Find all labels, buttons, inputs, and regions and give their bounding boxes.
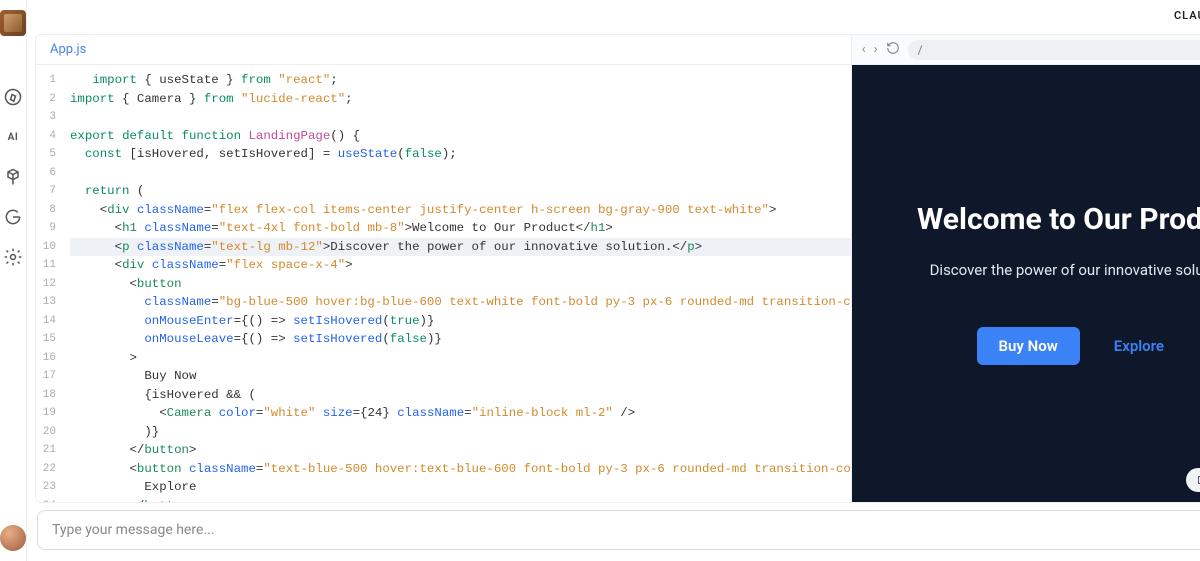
editor-pane: App.js 123456789101112131415161718192021… [35, 34, 852, 503]
code-content[interactable]: import { useState } from "react"; import… [64, 65, 851, 502]
line-gutter: 123456789101112131415161718192021222324 [36, 65, 64, 502]
preview-toolbar: ‹ › / [852, 35, 1200, 65]
preview-pane: ‹ › / Welcome to Our Product Discover th… [852, 34, 1200, 503]
explore-button[interactable]: Explore [1092, 327, 1186, 365]
message-placeholder: Type your message here... [52, 522, 214, 538]
open-sandbox-button[interactable]: Open Sandbox [1186, 468, 1200, 492]
reload-icon[interactable] [886, 41, 900, 59]
top-bar: CLAUDE 3 5 SONNET [27, 0, 1200, 30]
model-label: CLAUDE 3 5 SONNET [1174, 9, 1200, 22]
ai-icon[interactable]: AI [2, 126, 24, 148]
preview-subheading: Discover the power of our innovative sol… [930, 261, 1200, 279]
preview-heading: Welcome to Our Product [917, 202, 1200, 237]
gear-icon[interactable] [2, 246, 24, 268]
external-link-icon [1196, 474, 1200, 486]
buy-now-button[interactable]: Buy Now [977, 327, 1080, 365]
google-icon[interactable] [2, 206, 24, 228]
forward-icon[interactable]: › [874, 42, 878, 57]
file-tab[interactable]: App.js [36, 35, 851, 65]
openai-icon[interactable] [2, 166, 24, 188]
file-name: App.js [50, 42, 86, 57]
app-logo[interactable] [0, 10, 26, 36]
message-input[interactable]: Type your message here... [37, 510, 1200, 550]
avatar[interactable] [0, 525, 26, 551]
code-area[interactable]: 123456789101112131415161718192021222324 … [36, 65, 851, 502]
left-rail: AI [0, 0, 27, 561]
back-icon[interactable]: ‹ [862, 42, 866, 57]
preview-body: Welcome to Our Product Discover the powe… [852, 65, 1200, 502]
address-bar[interactable]: / [908, 40, 1200, 60]
address-path: / [918, 43, 923, 57]
composer-row: Type your message here... Send [27, 507, 1200, 561]
compass-icon[interactable] [2, 86, 24, 108]
